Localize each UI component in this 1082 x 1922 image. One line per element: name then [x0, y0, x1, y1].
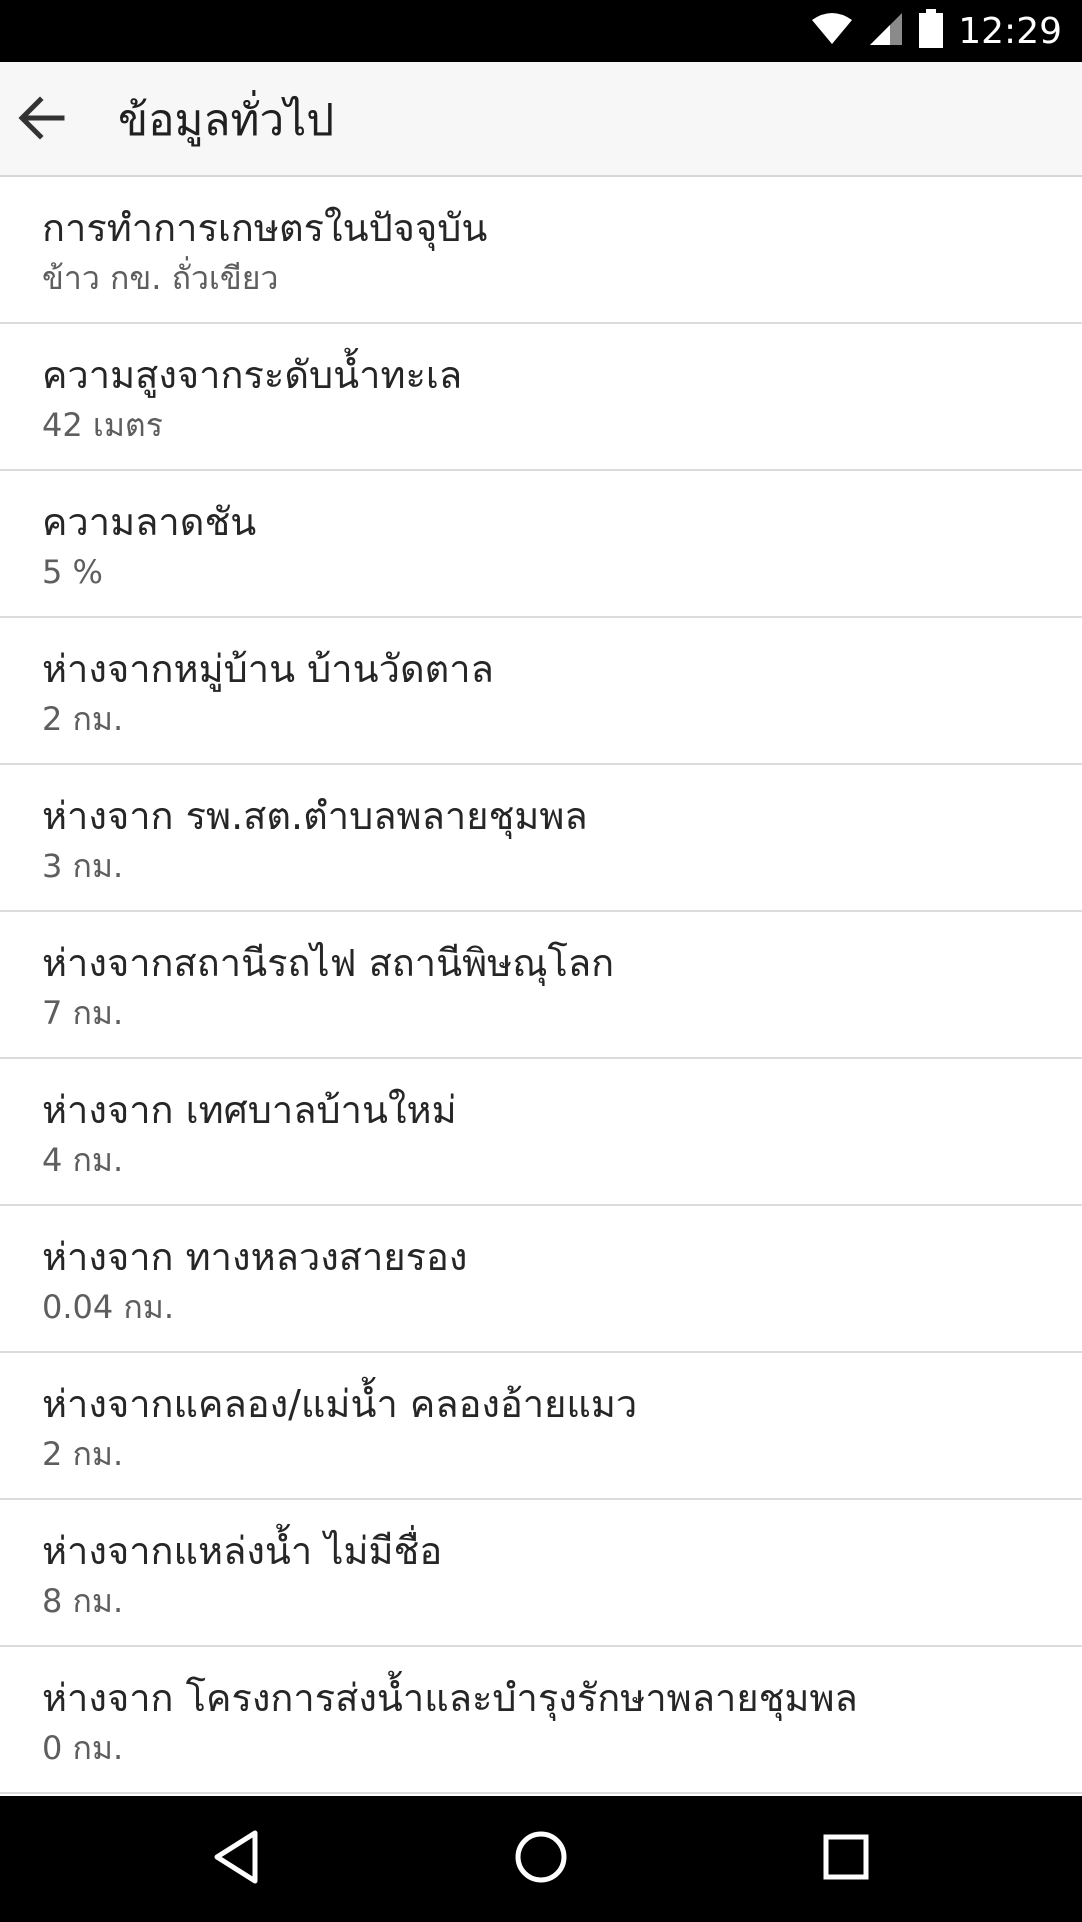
nav-recents-button[interactable]	[806, 1819, 886, 1899]
list-item-value: 5 %	[42, 553, 103, 591]
list-item-value: 2 กม.	[42, 700, 124, 738]
battery-icon	[918, 9, 944, 53]
list-item[interactable]: ห่างจากหมู่บ้าน บ้านวัดตาล 2 กม.	[0, 618, 1082, 765]
nav-back-button[interactable]	[196, 1819, 276, 1899]
list-item-title: การทำการเกษตรในปัจจุบัน	[42, 206, 488, 250]
list-item-title: ห่างจากสถานีรถไฟ สถานีพิษณุโลก	[42, 941, 615, 985]
back-button[interactable]	[12, 90, 72, 150]
list-item[interactable]: ความลาดชัน 5 %	[0, 471, 1082, 618]
list-item[interactable]: ความสูงจากระดับน้ำทะเล 42 เมตร	[0, 324, 1082, 471]
list-item-value: 42 เมตร	[42, 406, 163, 444]
list-item[interactable]: ห่างจากแหล่งน้ำ ไม่มีชื่อ 8 กม.	[0, 1500, 1082, 1647]
app-bar: ข้อมูลทั่วไป	[0, 62, 1082, 177]
list-item-title: ห่างจาก รพ.สต.ตำบลพลายชุมพล	[42, 794, 588, 838]
list-item-value: 3 กม.	[42, 847, 124, 885]
cell-signal-icon	[868, 11, 904, 51]
list-item-title: ห่างจากแหล่งน้ำ ไม่มีชื่อ	[42, 1529, 443, 1573]
arrow-left-icon	[18, 96, 66, 144]
list-item-title: ห่างจาก ทางหลวงสายรอง	[42, 1235, 468, 1279]
list-item-value: 2 กม.	[42, 1435, 124, 1473]
list-item-value: 0 กม.	[42, 1729, 124, 1767]
status-bar: 12:29	[0, 0, 1082, 62]
list-item-value: 4 กม.	[42, 1141, 124, 1179]
back-triangle-icon	[211, 1829, 261, 1889]
list-item[interactable]: ห่างจาก ทางหลวงสายรอง 0.04 กม.	[0, 1206, 1082, 1353]
recents-square-icon	[821, 1832, 871, 1886]
list-item-title: ความสูงจากระดับน้ำทะเล	[42, 353, 463, 397]
list-item[interactable]: ห่างจากสถานีรถไฟ สถานีพิษณุโลก 7 กม.	[0, 912, 1082, 1059]
list-item-value: 8 กม.	[42, 1582, 124, 1620]
list-item-title: ห่างจากหมู่บ้าน บ้านวัดตาล	[42, 647, 494, 691]
list-item[interactable]: การทำการเกษตรในปัจจุบัน ข้าว กข. ถั่วเขี…	[0, 177, 1082, 324]
wifi-icon	[810, 12, 854, 50]
list-item-title: ห่างจากแคลอง/แม่น้ำ คลองอ้ายแมว	[42, 1382, 638, 1426]
list-item[interactable]: ห่างจาก รพ.สต.ตำบลพลายชุมพล 3 กม.	[0, 765, 1082, 912]
status-time: 12:29	[958, 10, 1062, 52]
home-circle-icon	[513, 1829, 569, 1889]
list-item-value: 0.04 กม.	[42, 1288, 175, 1326]
list-item-title: ความลาดชัน	[42, 500, 257, 544]
page-title: ข้อมูลทั่วไป	[118, 95, 335, 146]
nav-home-button[interactable]	[501, 1819, 581, 1899]
info-list: การทำการเกษตรในปัจจุบัน ข้าว กข. ถั่วเขี…	[0, 177, 1082, 1794]
status-icons: 12:29	[810, 0, 1062, 62]
list-item[interactable]: ห่างจาก เทศบาลบ้านใหม่ 4 กม.	[0, 1059, 1082, 1206]
list-item[interactable]: ห่างจากแคลอง/แม่น้ำ คลองอ้ายแมว 2 กม.	[0, 1353, 1082, 1500]
list-item[interactable]: ห่างจาก โครงการส่งน้ำและบำรุงรักษาพลายชุ…	[0, 1647, 1082, 1794]
navigation-bar	[0, 1796, 1082, 1922]
list-item-title: ห่างจาก เทศบาลบ้านใหม่	[42, 1088, 457, 1132]
list-item-value: ข้าว กข. ถั่วเขียว	[42, 259, 279, 297]
list-item-title: ห่างจาก โครงการส่งน้ำและบำรุงรักษาพลายชุ…	[42, 1676, 858, 1720]
list-item-value: 7 กม.	[42, 994, 124, 1032]
